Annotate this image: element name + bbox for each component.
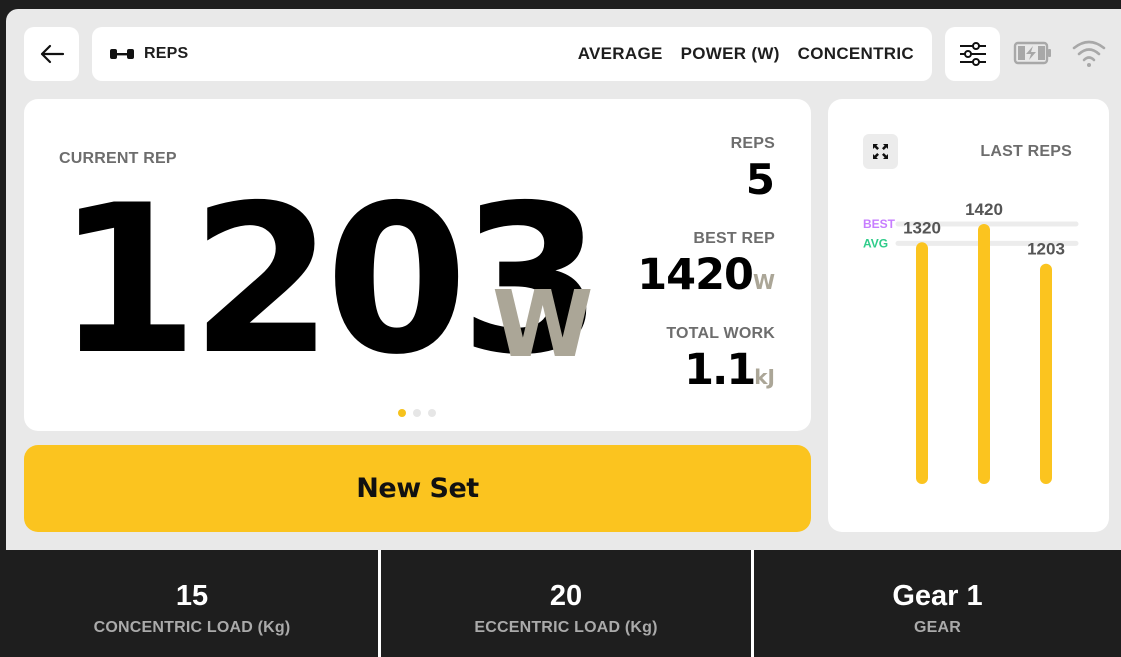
gear-value: Gear 1 <box>892 580 983 612</box>
concentric-load-value: 15 <box>175 580 209 612</box>
rep-bar-label: 1320 <box>903 218 941 237</box>
topbar: REPS AVERAGE POWER (W) CONCENTRIC <box>92 27 932 81</box>
metric-average[interactable]: AVERAGE <box>578 44 663 64</box>
gear-label: GEAR <box>913 619 962 636</box>
best-rep-label: BEST REP <box>693 230 775 247</box>
reps-stat-value: 5 <box>745 155 775 204</box>
concentric-load-label: CONCENTRIC LOAD (Kg) <box>93 619 291 636</box>
dumbbell-icon <box>110 49 134 59</box>
arrow-left-icon <box>40 44 64 64</box>
eccentric-load-label: ECCENTRIC LOAD (Kg) <box>474 619 658 636</box>
reference-label-best: BEST <box>863 217 896 231</box>
best-rep-stat: BEST REP 1420W <box>637 230 775 297</box>
metric-power[interactable]: POWER (W) <box>681 44 780 64</box>
rep-bar <box>916 242 928 484</box>
rep-bar-label: 1203 <box>1027 240 1065 259</box>
rep-bar-label: 1420 <box>965 200 1003 219</box>
metric-concentric[interactable]: CONCENTRIC <box>798 44 914 64</box>
best-rep-unit: W <box>752 270 775 294</box>
new-set-button[interactable]: New Set <box>24 445 811 532</box>
concentric-load-panel[interactable]: 15 CONCENTRIC LOAD (Kg) <box>6 550 378 657</box>
wifi-icon <box>1072 40 1106 67</box>
battery-charging-icon <box>1013 41 1051 65</box>
best-rep-value: 1420 <box>637 250 754 300</box>
current-rep-card[interactable]: CURRENT REP 1203 W REPS 5 BEST REP 1420W… <box>24 99 811 431</box>
reps-stat: REPS 5 <box>731 135 775 201</box>
last-reps-chart: BEST AVG 1320 1420 1203 <box>863 200 1079 484</box>
current-rep-unit: W <box>492 271 594 378</box>
page-indicator[interactable] <box>398 409 436 417</box>
sliders-icon <box>959 42 986 66</box>
eccentric-load-value: 20 <box>549 580 583 612</box>
page-dot[interactable] <box>398 409 406 417</box>
gear-panel[interactable]: Gear 1 GEAR <box>754 550 1121 657</box>
page-dot[interactable] <box>428 409 436 417</box>
total-work-label: TOTAL WORK <box>666 325 775 342</box>
reps-stat-label: REPS <box>730 135 775 152</box>
eccentric-load-panel[interactable]: 20 ECCENTRIC LOAD (Kg) <box>381 550 751 657</box>
filter-button[interactable] <box>945 27 1000 81</box>
total-work-value: 1.1 <box>684 345 756 395</box>
page-dot[interactable] <box>413 409 421 417</box>
back-button[interactable] <box>24 27 79 81</box>
total-work-unit: kJ <box>754 365 775 389</box>
last-reps-card: LAST REPS BEST AVG 1320 1420 1203 <box>828 99 1109 532</box>
reps-mode-label[interactable]: REPS <box>144 45 188 63</box>
reference-label-avg: AVG <box>863 236 888 250</box>
total-work-stat: TOTAL WORK 1.1kJ <box>666 325 775 392</box>
rep-bar <box>1040 263 1052 484</box>
rep-bar <box>978 224 990 484</box>
